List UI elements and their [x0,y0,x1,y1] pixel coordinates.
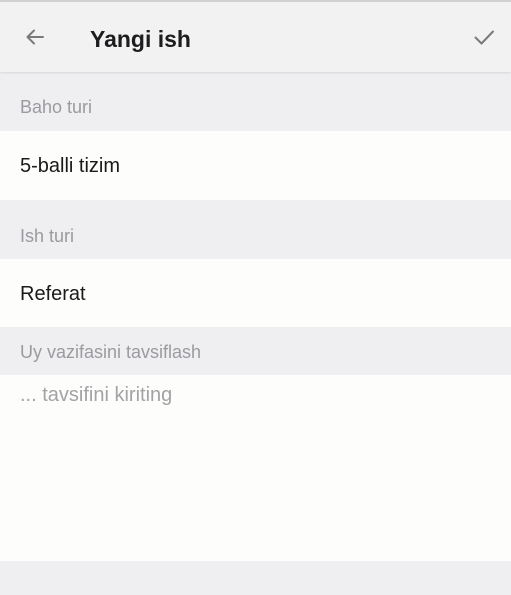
checkmark-icon [474,30,494,45]
grade-type-value: 5-balli tizim [20,155,121,177]
work-type-value: Referat [20,283,86,305]
grade-type-field[interactable]: 5-balli tizim [0,131,511,200]
page-title: Yangi ish [90,26,191,52]
confirm-button[interactable] [463,16,505,58]
back-button[interactable] [14,16,56,58]
bottom-spacer [0,561,511,595]
grade-type-label: Baho turi [20,97,93,117]
description-input[interactable] [0,375,511,561]
work-type-field[interactable]: Referat [0,259,511,327]
description-label: Uy vazifasini tavsiflash [20,342,202,362]
app-toolbar: Yangi ish [0,2,511,72]
work-type-label: Ish turi [20,226,75,246]
work-type-section-header: Ish turi [0,200,511,259]
description-section-header: Uy vazifasini tavsiflash [0,327,511,375]
grade-type-section-header: Baho turi [0,72,511,131]
arrow-left-icon [26,29,44,45]
